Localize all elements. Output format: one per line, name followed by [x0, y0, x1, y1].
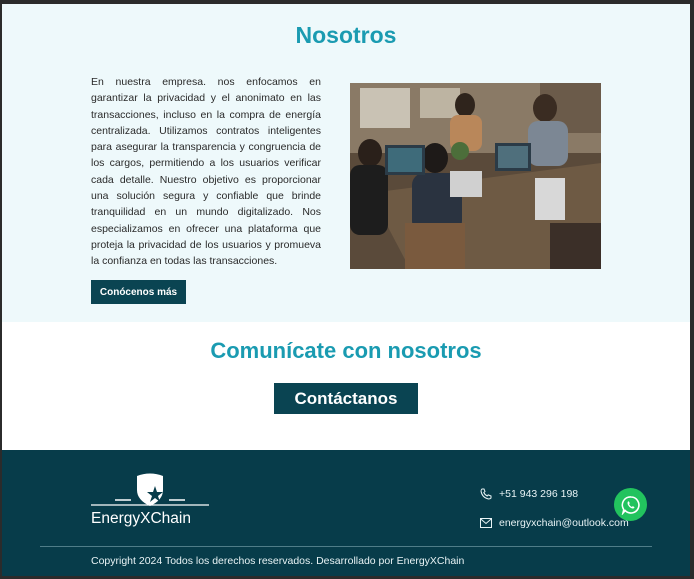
phone-number: +51 943 296 198 [499, 488, 579, 500]
whatsapp-button[interactable] [614, 488, 647, 521]
contact-title: Comunícate con nosotros [210, 338, 482, 363]
phone-icon [480, 488, 492, 500]
team-photo [350, 83, 601, 269]
shield-star-icon [91, 473, 209, 506]
brand-name: EnergyXChain [91, 510, 191, 527]
footer-divider [40, 546, 652, 547]
about-title: Nosotros [295, 22, 397, 48]
about-section: Nosotros En nuestra empresa. nos enfocam… [2, 4, 690, 322]
page: Nosotros En nuestra empresa. nos enfocam… [2, 4, 690, 576]
about-text: En nuestra empresa. nos enfocamos en gar… [91, 76, 321, 268]
whatsapp-icon [621, 495, 640, 515]
learn-more-button[interactable]: Conócenos más [91, 280, 186, 304]
phone-contact[interactable]: +51 943 296 198 [480, 488, 578, 500]
contact-us-button[interactable]: Contáctanos [274, 383, 418, 414]
mail-icon [480, 518, 492, 528]
team-photo-image [350, 83, 601, 269]
brand-logo[interactable]: EnergyXChain [91, 472, 211, 532]
email-contact[interactable]: energyxchain@outlook.com [480, 517, 629, 529]
email-address: energyxchain@outlook.com [499, 517, 629, 529]
copyright-text: Copyright 2024 Todos los derechos reserv… [91, 555, 465, 567]
footer: EnergyXChain +51 943 296 198 energyxchai… [2, 450, 690, 576]
